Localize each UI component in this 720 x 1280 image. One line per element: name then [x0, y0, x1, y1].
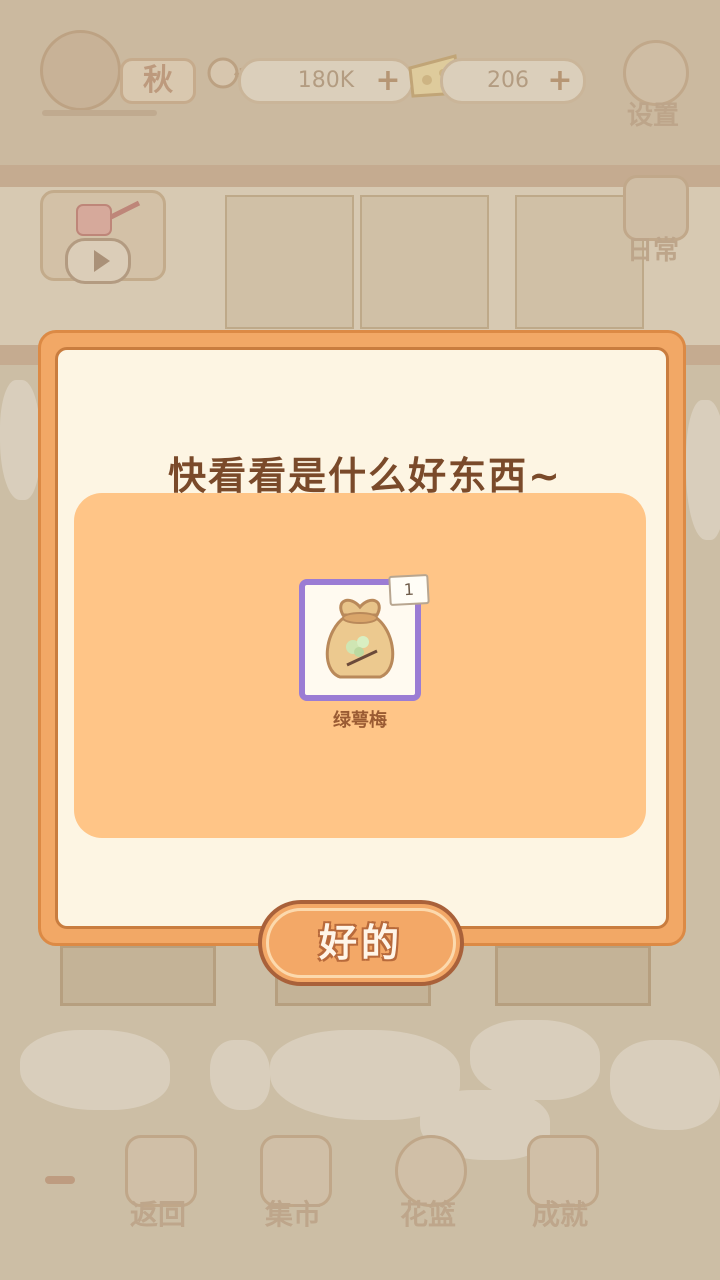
- confirm-button[interactable]: 好的: [258, 900, 464, 986]
- dialog-title: 快看看是什么好东西~: [168, 454, 562, 498]
- item-name: 绿萼梅: [333, 710, 387, 731]
- confirm-label: 好的: [318, 921, 403, 965]
- item-count-badge: 1: [388, 573, 430, 607]
